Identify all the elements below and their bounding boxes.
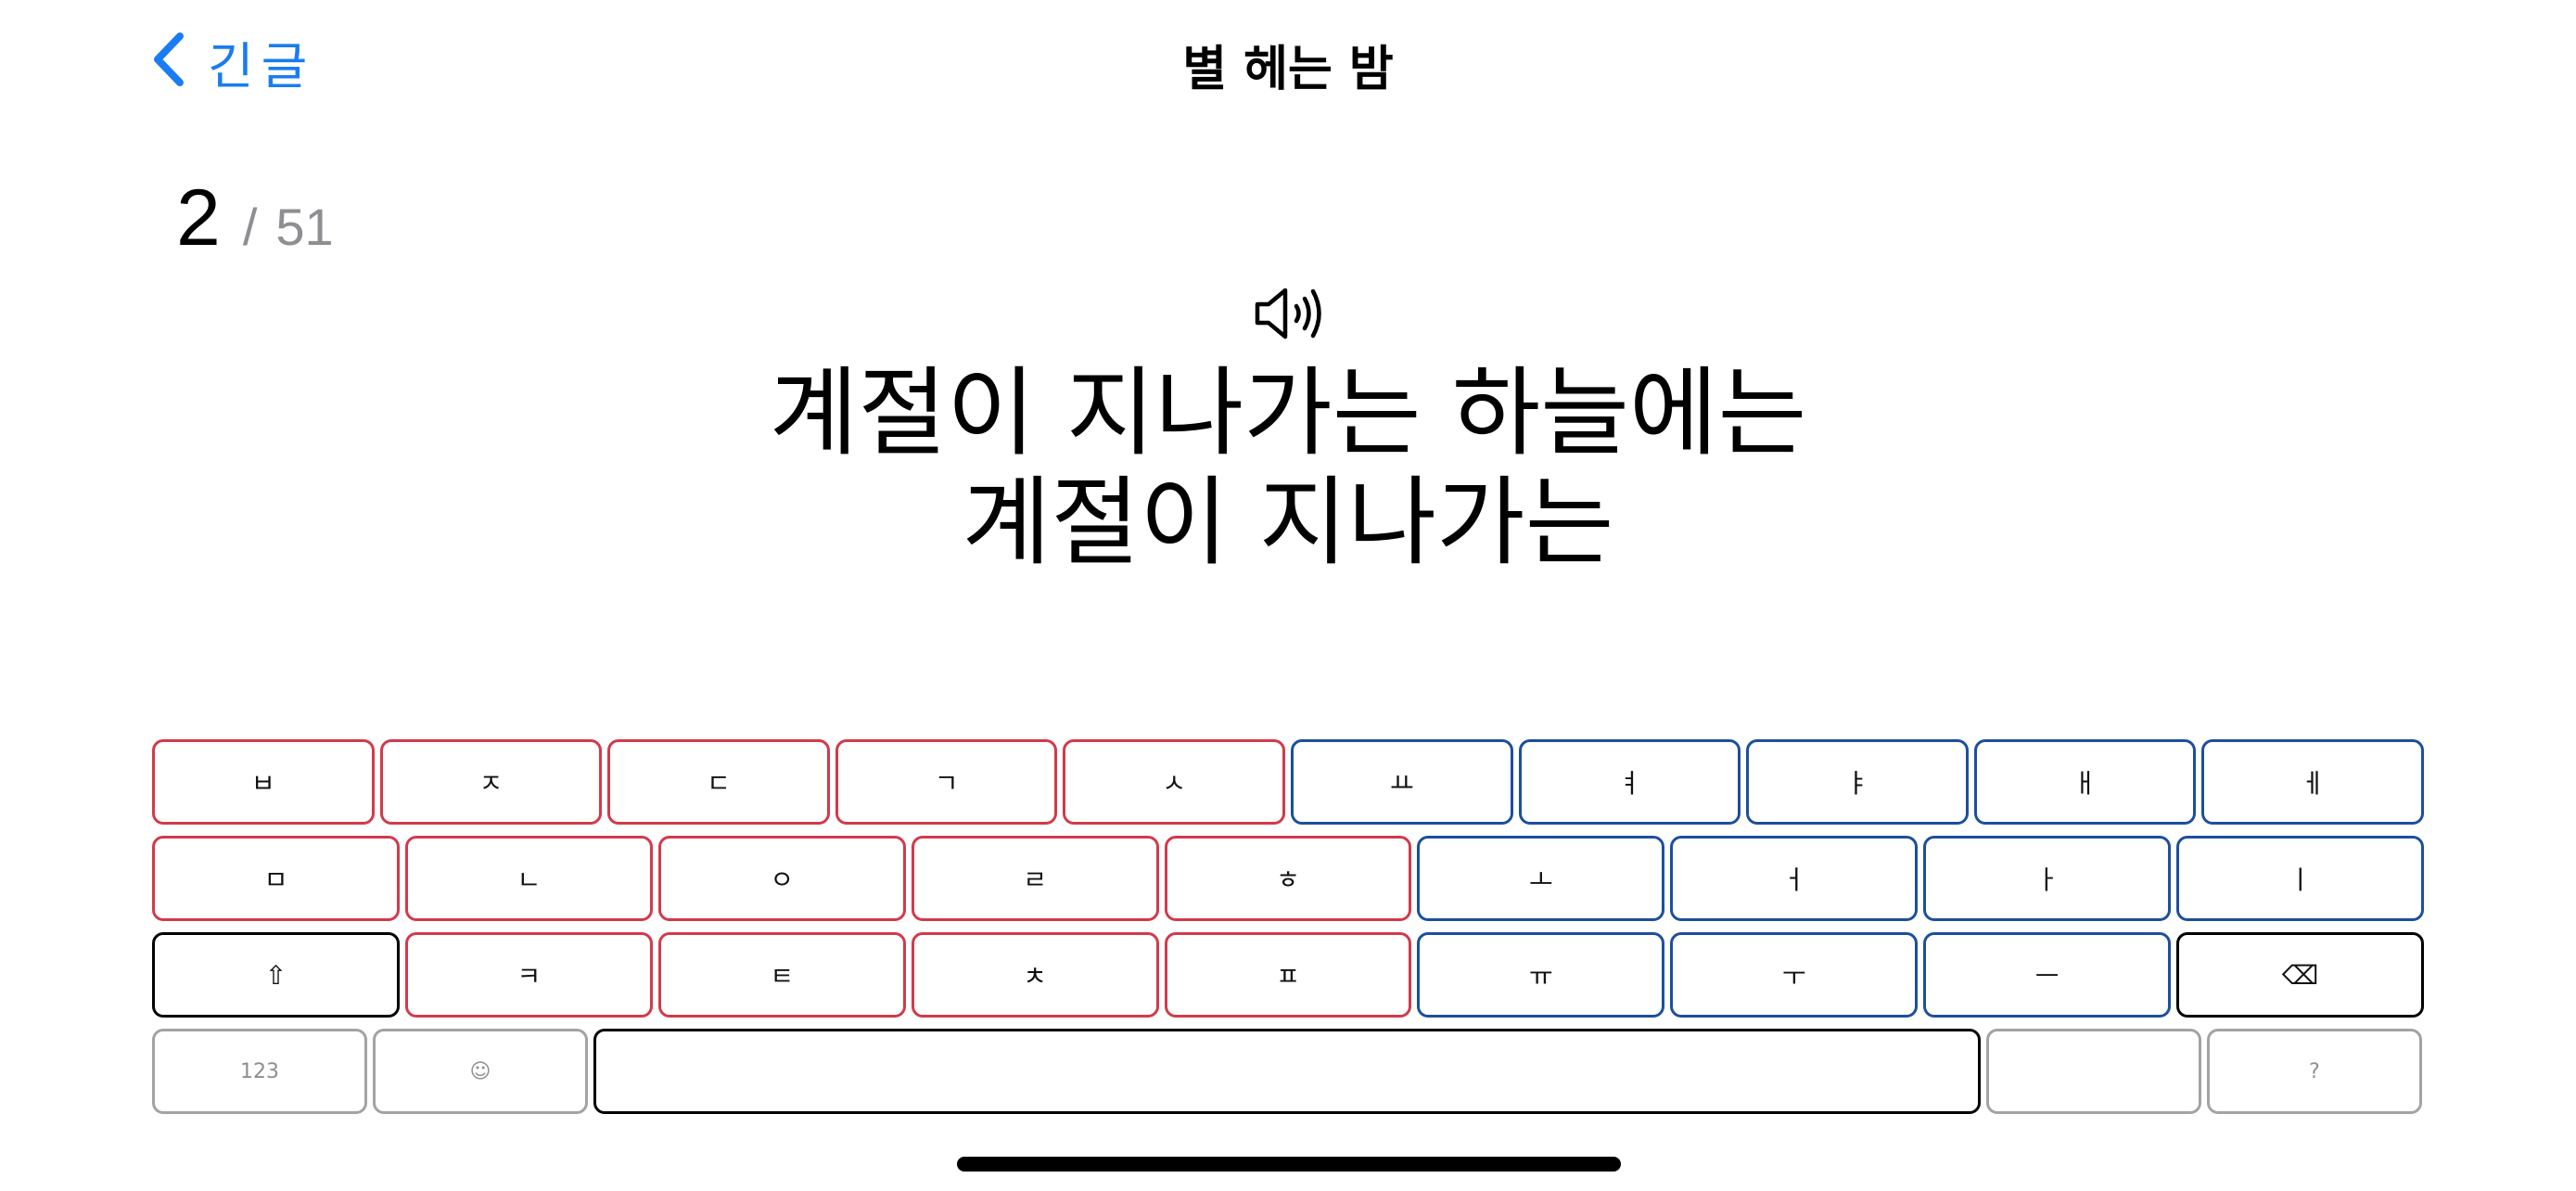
hangul-keyboard: ㅂㅈㄷㄱㅅㅛㅕㅑㅐㅔㅁㄴㅇㄹㅎㅗㅓㅏㅣ ⇧ ㅋㅌㅊㅍㅠㅜㅡ ⌫ 123 ☺? [152,739,2425,1125]
shift-key[interactable]: ⇧ [152,932,400,1018]
key-vowel[interactable]: ㅗ [1417,836,1665,921]
key-consonant[interactable]: ㅁ [152,836,400,921]
current-index: 2 [176,173,221,263]
key-consonant[interactable]: ㄷ [607,739,830,825]
prompt-line: 계절이 지나가는 [962,466,1614,579]
progress-counter: 2 / 51 [176,173,334,264]
key-vowel[interactable]: ㅡ [1923,932,2172,1018]
key-vowel[interactable]: ㅕ [1518,739,1741,825]
key-consonant[interactable]: ㅂ [152,739,375,825]
emoji-key[interactable]: ☺ [373,1029,588,1114]
prompt-line: 계절이 지나가는 하늘에는 [769,356,1807,469]
numbers-key[interactable]: 123 [152,1029,367,1114]
key-vowel[interactable]: ㅣ [2176,836,2425,921]
keyboard-row: ㅂㅈㄷㄱㅅㅛㅕㅑㅐㅔ [152,739,2424,825]
prompt-text: 계절이 지나가는 하늘에는 계절이 지나가는 [0,358,2576,577]
home-indicator[interactable] [957,1157,1621,1172]
key-vowel[interactable]: ㅏ [1923,836,2172,921]
key-consonant[interactable]: ㅎ [1164,836,1412,921]
key-vowel[interactable]: ㅠ [1417,932,1665,1018]
key-consonant[interactable]: ㄱ [835,739,1058,825]
key-consonant[interactable]: ㄴ [404,836,653,921]
key-consonant[interactable]: ㅅ [1063,739,1285,825]
progress-separator: / [242,198,258,256]
key-consonant[interactable]: ㅈ [379,739,603,825]
keyboard-row: ㅁㄴㅇㄹㅎㅗㅓㅏㅣ [152,836,2425,921]
key-vowel[interactable]: ㅐ [1973,739,2197,825]
question-key[interactable]: ? [2207,1029,2422,1114]
keyboard-row: ⇧ ㅋㅌㅊㅍㅠㅜㅡ ⌫ [152,932,2425,1018]
keyboard-row: 123 ☺? [152,1029,2424,1114]
space-bar[interactable] [593,1029,1981,1114]
page-title: 별 헤는 밤 [1182,42,1394,97]
key-vowel[interactable]: ㅑ [1746,739,1969,825]
backspace-key[interactable]: ⌫ [2176,932,2425,1018]
key-vowel[interactable]: ㅛ [1290,739,1513,825]
speaker-wave-icon[interactable] [1254,286,1324,341]
key-vowel[interactable]: ㅜ [1670,932,1919,1018]
key-consonant[interactable]: ㅍ [1164,932,1412,1018]
key-consonant[interactable]: ㅊ [911,932,1159,1018]
key-consonant[interactable]: ㅋ [404,932,653,1018]
key-consonant[interactable]: ㄹ [911,836,1159,921]
key-consonant[interactable]: ㅇ [657,836,906,921]
key-vowel[interactable]: ㅓ [1670,836,1919,921]
key-consonant[interactable]: ㅌ [657,932,906,1018]
key-vowel[interactable]: ㅔ [2201,739,2424,825]
total-count: 51 [275,198,334,256]
empty-key[interactable] [1986,1029,2201,1114]
